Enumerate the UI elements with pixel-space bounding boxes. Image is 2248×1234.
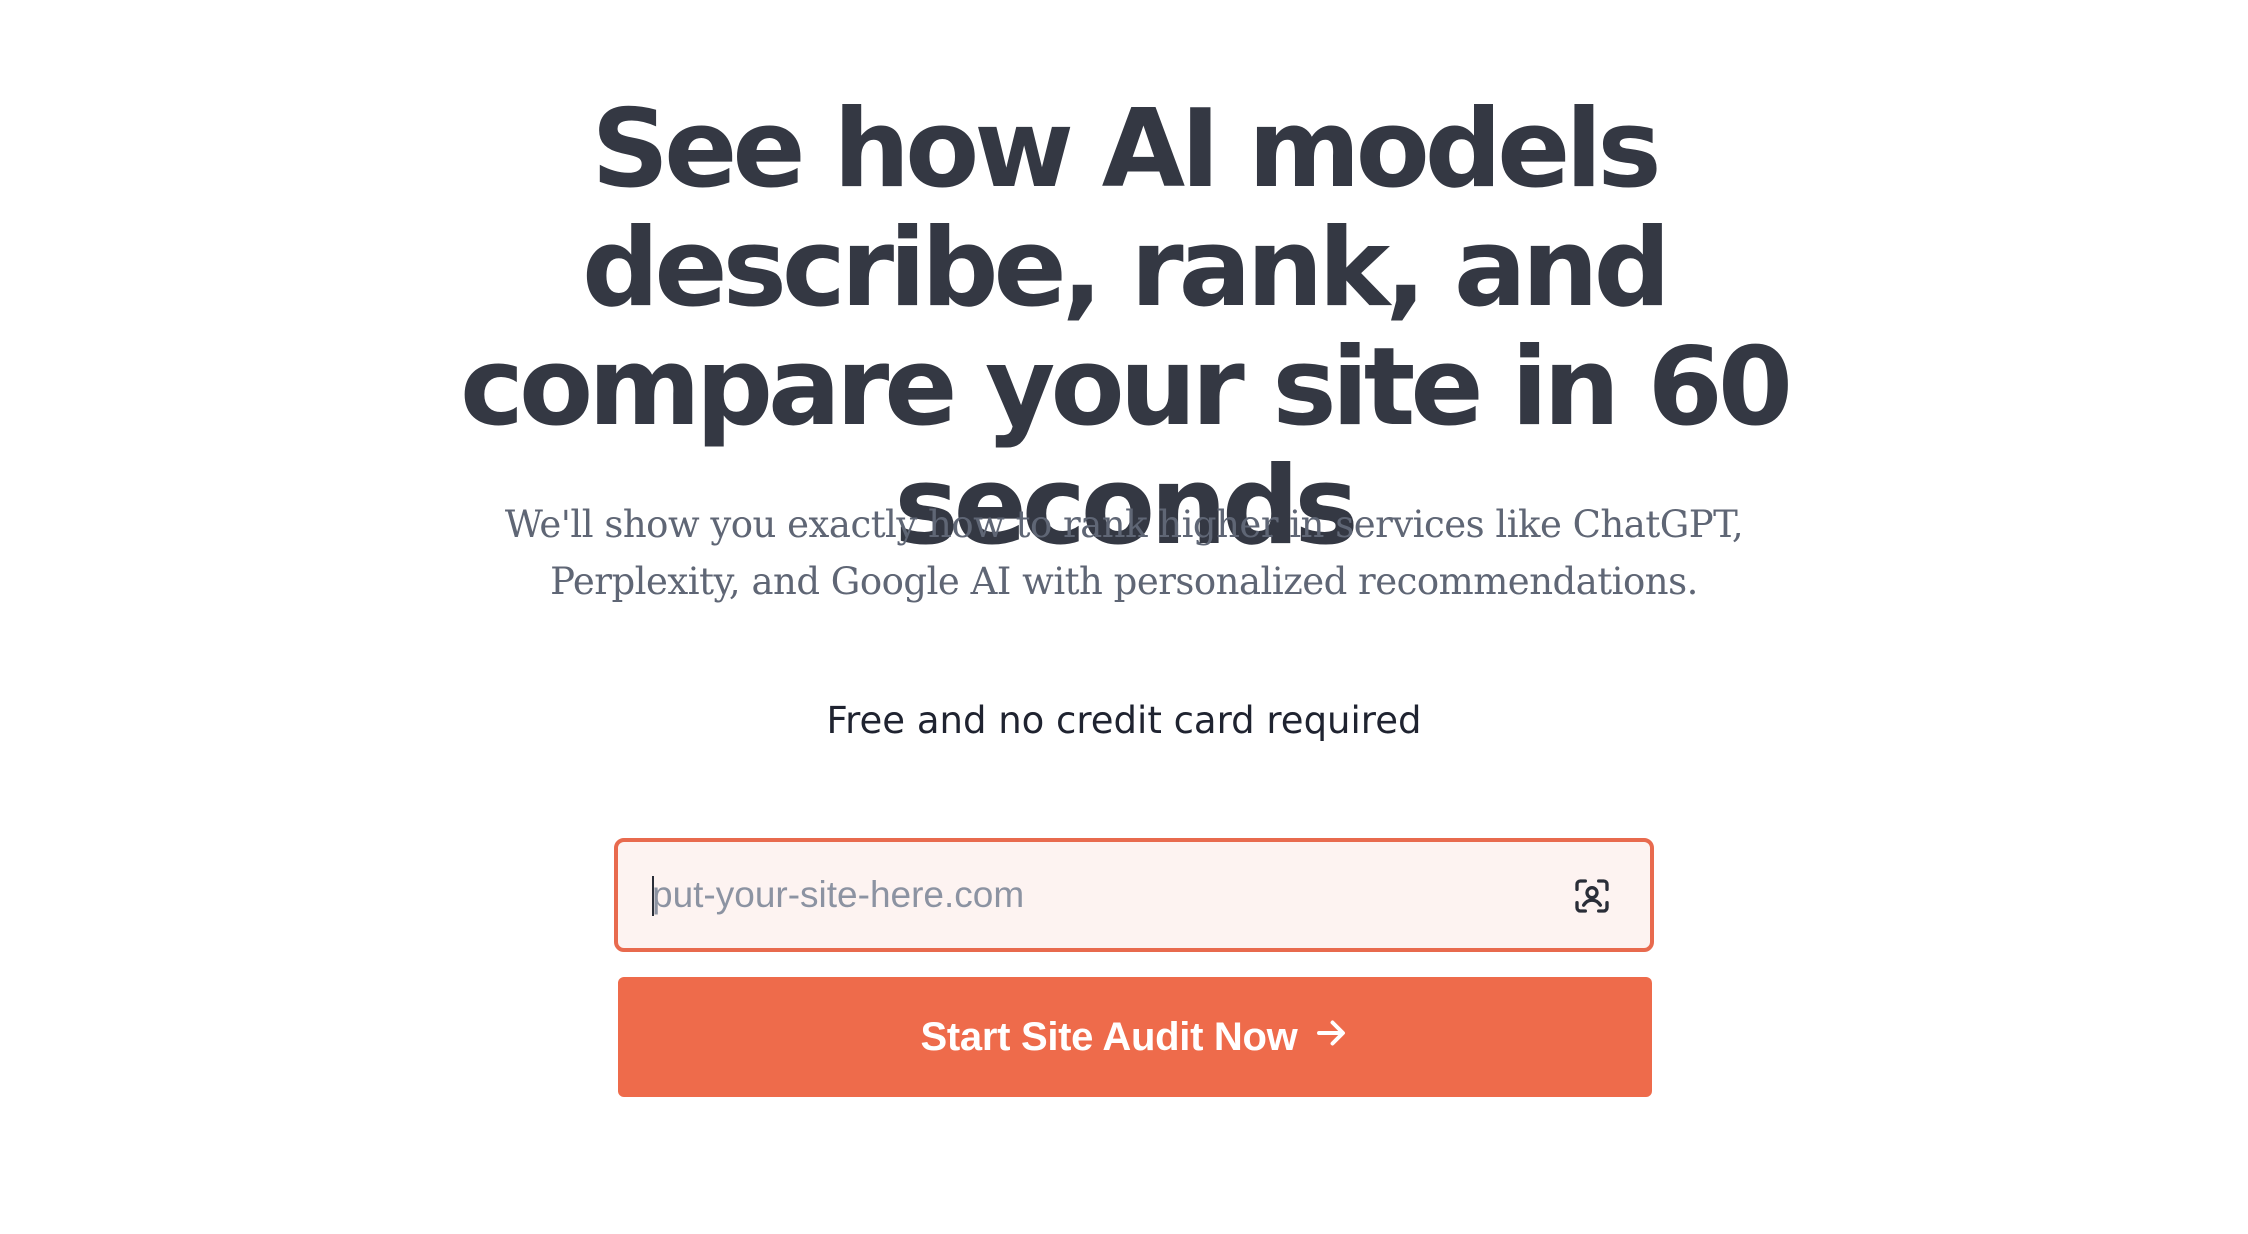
hero-subheading: We'll show you exactly how to rank highe… xyxy=(504,503,1744,603)
start-site-audit-button[interactable]: Start Site Audit Now xyxy=(618,977,1652,1097)
free-no-credit-card-note: Free and no credit card required xyxy=(826,699,1422,742)
start-site-audit-label: Start Site Audit Now xyxy=(920,1014,1298,1059)
page-headline: See how AI models describe, rank, and co… xyxy=(460,87,1793,569)
face-scan-icon[interactable] xyxy=(1572,876,1612,916)
hero-section: See how AI models describe, rank, and co… xyxy=(0,0,2248,1234)
arrow-right-icon xyxy=(1313,1015,1349,1051)
text-cursor xyxy=(652,876,654,916)
site-url-field[interactable] xyxy=(614,838,1654,952)
site-url-input[interactable] xyxy=(652,842,1552,948)
